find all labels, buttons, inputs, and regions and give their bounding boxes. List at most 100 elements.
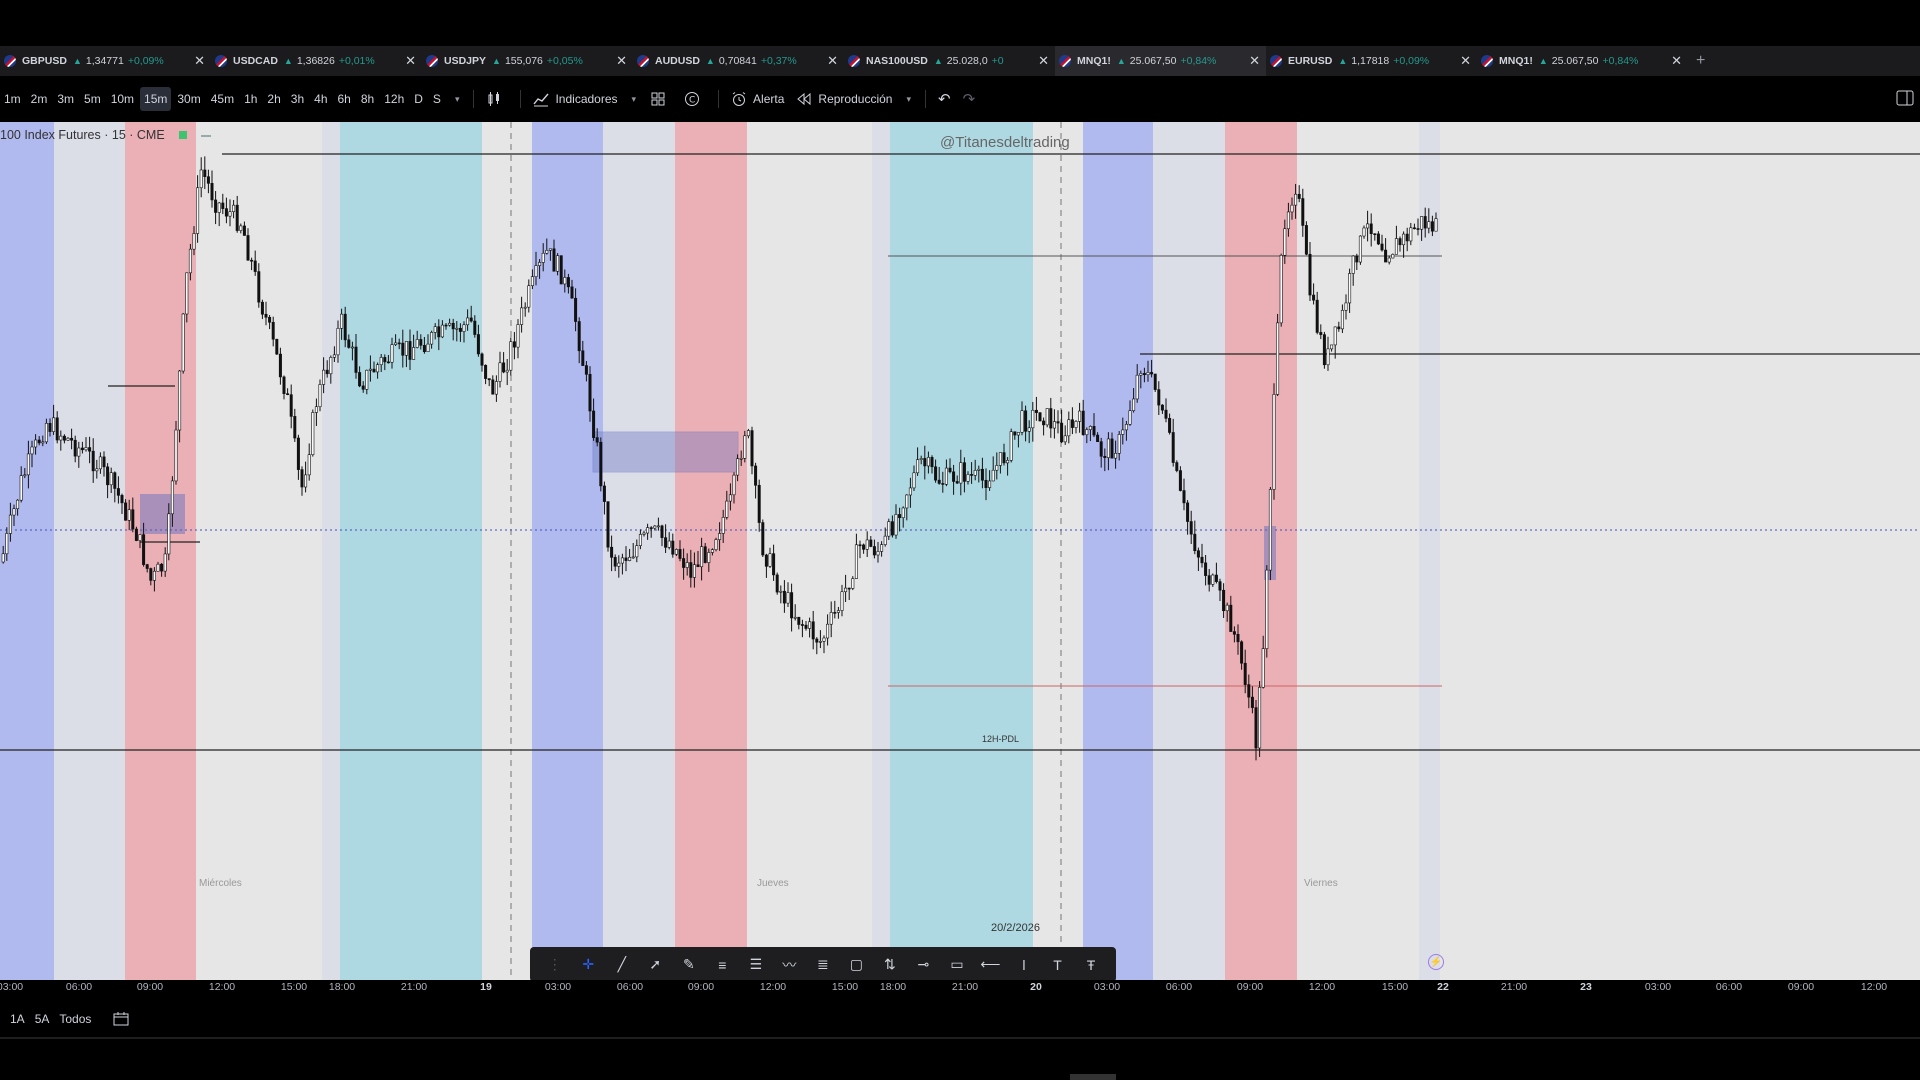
candle-body xyxy=(638,534,642,546)
tab-eurusd[interactable]: EURUSD ▲ 1,17818 +0,09% ✕ xyxy=(1266,46,1477,76)
candle-body xyxy=(1196,550,1200,558)
tab-nas100usd[interactable]: NAS100USD ▲ 25.028,0 +0 ✕ xyxy=(844,46,1055,76)
price-chart[interactable] xyxy=(0,122,1920,980)
trendline-icon[interactable]: ╱ xyxy=(613,956,631,974)
timeframe-12h[interactable]: 12h xyxy=(380,87,408,111)
time-tick: 15:00 xyxy=(831,981,859,993)
chart-style-button[interactable] xyxy=(486,87,508,111)
timeframe-1m[interactable]: 1m xyxy=(0,87,25,111)
indicators-button[interactable]: Indicadores xyxy=(533,87,618,111)
text-icon[interactable]: T xyxy=(1048,956,1066,974)
session-band xyxy=(322,122,340,980)
close-icon[interactable]: ✕ xyxy=(194,53,205,69)
new-tab-icon[interactable]: + xyxy=(1696,52,1705,70)
candle-body xyxy=(736,458,740,476)
close-icon[interactable]: ✕ xyxy=(1038,53,1049,69)
timeframe-8h[interactable]: 8h xyxy=(357,87,378,111)
fibonacci-icon[interactable]: ≣ xyxy=(814,956,832,974)
candle-body xyxy=(242,225,246,236)
cursor-arrow-icon[interactable]: ➚ xyxy=(646,956,664,974)
legend-title: 100 Index Futures · 15 · CME xyxy=(0,128,165,142)
timeframe-dropdown-icon[interactable]: ▾ xyxy=(455,94,460,105)
timeframe-15m[interactable]: 15m xyxy=(140,87,172,111)
timeframe-2h[interactable]: 2h xyxy=(263,87,284,111)
timeframe-5m[interactable]: 5m xyxy=(80,87,105,111)
close-icon[interactable]: ✕ xyxy=(1671,53,1682,69)
candle-body xyxy=(1164,409,1168,419)
close-icon[interactable]: ✕ xyxy=(827,53,838,69)
horizontal-ray-icon[interactable]: ⊸ xyxy=(914,956,932,974)
timeframe-45m[interactable]: 45m xyxy=(207,87,238,111)
tab-mnq1-active[interactable]: MNQ1! ▲ 25.067,50 +0,84% ✕ xyxy=(1055,46,1266,76)
candle-body xyxy=(1139,373,1143,376)
candle-body xyxy=(984,479,988,488)
candle-body xyxy=(188,248,192,274)
horizontal-scrollbar[interactable] xyxy=(1070,1074,1116,1080)
timeframe-2m[interactable]: 2m xyxy=(27,87,52,111)
panel-layout-icon[interactable] xyxy=(1896,90,1914,106)
candle-body xyxy=(120,495,124,504)
close-icon[interactable]: ✕ xyxy=(1249,53,1260,69)
timeframe-10m[interactable]: 10m xyxy=(107,87,138,111)
timeframe-d[interactable]: D xyxy=(410,87,427,111)
brush-icon[interactable]: ✎ xyxy=(680,956,698,974)
lightning-icon[interactable]: ⚡ xyxy=(1428,954,1444,970)
close-icon[interactable]: ✕ xyxy=(405,53,416,69)
tab-usdcad[interactable]: USDCAD ▲ 1,36826 +0,01% ✕ xyxy=(211,46,422,76)
candle-body xyxy=(293,416,297,439)
tab-gbpusd[interactable]: GBPUSD ▲ 1,34771 +0,09% ✕ xyxy=(0,46,211,76)
alert-button[interactable]: Alerta xyxy=(731,87,784,111)
candle-body xyxy=(361,385,365,390)
replay-button[interactable]: Reproducción xyxy=(796,87,892,111)
candle-body xyxy=(1,553,5,563)
legend-collapse-icon[interactable] xyxy=(200,134,211,137)
compare-button[interactable]: C xyxy=(684,87,706,111)
candle-body xyxy=(1290,204,1294,213)
pdl-label: 12H-PDL xyxy=(982,734,1020,744)
timeframe-1h[interactable]: 1h xyxy=(240,87,261,111)
timeframe-3m[interactable]: 3m xyxy=(53,87,78,111)
flag-icon xyxy=(848,55,860,67)
candle-body xyxy=(700,546,704,568)
timeframe-6h[interactable]: 6h xyxy=(334,87,355,111)
parallel-channel-icon[interactable]: ≡ xyxy=(713,956,731,974)
crosshair-icon[interactable]: ✛ xyxy=(579,956,597,974)
indicators-dropdown-icon[interactable]: ▾ xyxy=(632,94,637,105)
tab-audusd[interactable]: AUDUSD ▲ 0,70841 +0,37% ✕ xyxy=(633,46,844,76)
vertical-line-icon[interactable]: ǀ xyxy=(1015,956,1033,974)
rectangle-icon[interactable]: ▢ xyxy=(847,956,865,974)
redo-button[interactable]: ↷ xyxy=(963,87,976,111)
tab-mnq1[interactable]: MNQ1! ▲ 25.067,50 +0,84% ✕ xyxy=(1477,46,1688,76)
candle-body xyxy=(1114,453,1118,459)
text-note-icon[interactable]: Ŧ xyxy=(1082,956,1100,974)
close-icon[interactable]: ✕ xyxy=(1460,53,1471,69)
callout-icon[interactable]: ▭ xyxy=(948,956,966,974)
pitchfork-icon[interactable]: ☰ xyxy=(747,956,765,974)
candle-body xyxy=(811,621,815,640)
time-axis[interactable]: 03:00 06:00 09:00 12:00 15:00 18:00 21:0… xyxy=(0,980,1920,996)
drag-handle-icon[interactable]: ⋮ xyxy=(546,956,564,974)
timeframe-4h[interactable]: 4h xyxy=(310,87,331,111)
timeframe-s[interactable]: S xyxy=(429,87,445,111)
range-5y[interactable]: 5A xyxy=(35,1012,50,1026)
timeframe-3h[interactable]: 3h xyxy=(287,87,308,111)
pattern-icon[interactable]: 〰 xyxy=(780,956,798,974)
day-label: Jueves xyxy=(757,878,789,889)
chart-pane[interactable]: 100 Index Futures · 15 · CME @Titanesdel… xyxy=(0,122,1920,980)
tab-price: 25.028,0 xyxy=(946,55,988,67)
position-icon[interactable]: ⇅ xyxy=(881,956,899,974)
close-icon[interactable]: ✕ xyxy=(616,53,627,69)
timeframe-30m[interactable]: 30m xyxy=(173,87,204,111)
calendar-icon[interactable] xyxy=(113,1012,129,1026)
layouts-button[interactable] xyxy=(650,87,672,111)
undo-button[interactable]: ↶ xyxy=(938,87,951,111)
range-1y[interactable]: 1A xyxy=(10,1012,25,1026)
replay-dropdown-icon[interactable]: ▾ xyxy=(906,94,911,105)
candle-body xyxy=(991,469,995,482)
horizontal-line-icon[interactable]: ⟵ xyxy=(980,956,1000,974)
range-all[interactable]: Todos xyxy=(59,1012,91,1026)
candle-body xyxy=(818,641,822,643)
candle-body xyxy=(556,255,560,272)
candle-body xyxy=(512,341,516,348)
tab-usdjpy[interactable]: USDJPY ▲ 155,076 +0,05% ✕ xyxy=(422,46,633,76)
